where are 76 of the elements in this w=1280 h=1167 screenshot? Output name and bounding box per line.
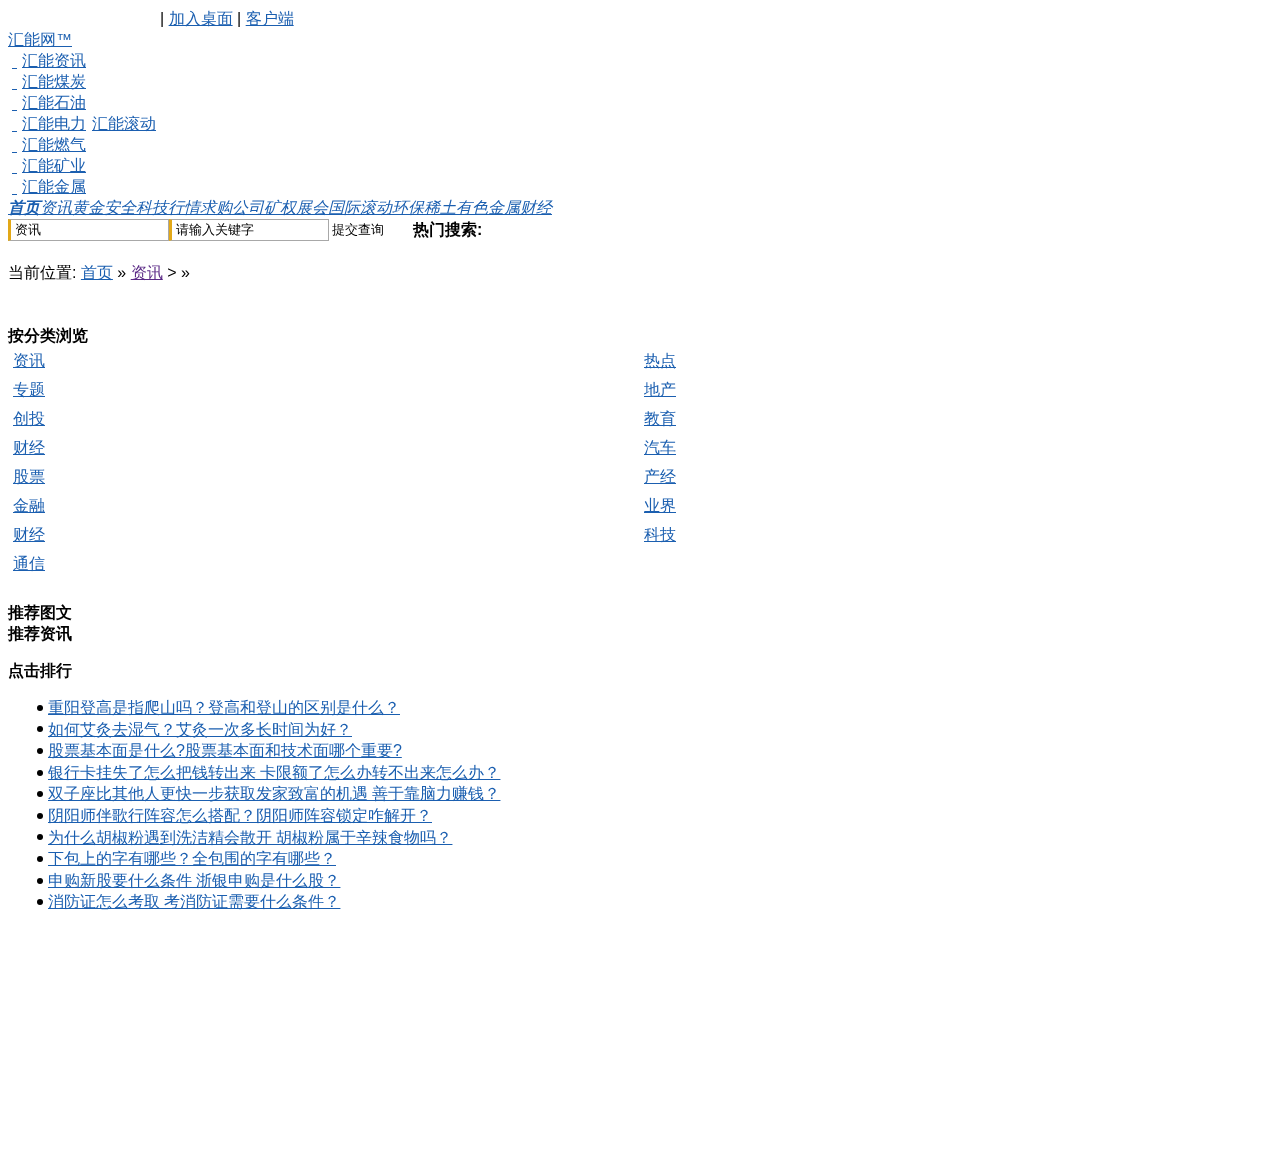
nav-link[interactable]: 财经 [520, 199, 552, 216]
bullet-icon [37, 834, 43, 841]
nav-link[interactable]: 滚动 [360, 199, 392, 216]
article-link[interactable]: 下包上的字有哪些？全包围的字有哪些？ [48, 848, 336, 870]
category-link[interactable]: 专题 [13, 381, 45, 398]
site-link[interactable]: 汇能滚动 [92, 115, 156, 132]
section-heading: 推荐图文 [8, 603, 73, 623]
top-link[interactable]: 加入桌面 [168, 10, 233, 27]
site-link[interactable]: 汇能资讯 [12, 52, 86, 69]
breadcrumb-separator: » [117, 264, 127, 281]
top-link[interactable]: 客户端 [245, 10, 294, 27]
keyword-field[interactable]: 请输入关键字 [169, 218, 329, 241]
site-link[interactable]: 汇能矿业 [12, 157, 86, 174]
category-link[interactable]: 热点 [644, 352, 676, 369]
site-logo-link[interactable]: 汇能网™ [8, 31, 72, 48]
separator-text: | [160, 10, 165, 27]
breadcrumb-link[interactable]: 资讯 [130, 264, 163, 281]
article-link[interactable]: 股票基本面是什么?股票基本面和技术面哪个重要? [48, 740, 402, 762]
category-link[interactable]: 金融 [13, 497, 45, 514]
site-link[interactable]: 汇能金属 [12, 178, 86, 195]
article-link[interactable]: 重阳登高是指爬山吗？登高和登山的区别是什么？ [48, 697, 400, 719]
article-link[interactable]: 为什么胡椒粉遇到洗洁精会散开 胡椒粉属于辛辣食物吗？ [48, 826, 453, 849]
article-link[interactable]: 双子座比其他人更快一步获取发家致富的机遇 善于靠脑力赚钱？ [48, 783, 501, 805]
category-link[interactable]: 汽车 [644, 439, 676, 456]
category-link[interactable]: 资讯 [13, 352, 45, 369]
nav-link[interactable]: 公司 [232, 199, 264, 216]
article-link[interactable]: 如何艾灸去湿气？艾灸一次多长时间为好？ [48, 718, 352, 741]
category-link[interactable]: 业界 [644, 497, 676, 514]
site-link[interactable]: 汇能煤炭 [12, 73, 86, 90]
article-link[interactable]: 阴阳师伴歌行阵容怎么搭配？阴阳师阵容锁定咋解开？ [48, 804, 432, 827]
category-link[interactable]: 产经 [644, 468, 676, 485]
site-link[interactable]: 汇能燃气 [12, 136, 86, 153]
nav-link[interactable]: 稀土 [424, 199, 456, 216]
category-link[interactable]: 科技 [644, 526, 676, 543]
nav-link[interactable]: 求购 [200, 199, 232, 216]
separator-text: | [237, 10, 242, 27]
bullet-icon [37, 899, 43, 906]
article-link[interactable]: 消防证怎么考取 考消防证需要什么条件？ [48, 891, 341, 913]
bullet-icon [37, 855, 43, 862]
category-link[interactable]: 创投 [13, 410, 45, 427]
category-link[interactable]: 财经 [13, 439, 45, 456]
bullet-icon [37, 748, 43, 754]
article-link[interactable]: 申购新股要什么条件 浙银申购是什么股？ [48, 869, 341, 892]
nav-link[interactable]: 展会 [296, 199, 328, 216]
section-heading: 点击排行 [8, 661, 73, 681]
section-heading: 按分类浏览 [8, 326, 89, 346]
category-link[interactable]: 地产 [644, 381, 676, 398]
bullet-icon [37, 812, 43, 819]
site-link[interactable]: 汇能石油 [12, 94, 86, 111]
nav-link[interactable]: 国际 [328, 199, 360, 216]
bullet-icon [37, 769, 43, 776]
category-link[interactable]: 股票 [13, 468, 45, 485]
nav-link[interactable]: 黄金 [72, 199, 104, 216]
bullet-icon [37, 791, 43, 798]
nav-link[interactable]: 环保 [392, 199, 424, 216]
nav-link[interactable]: 科技 [136, 199, 168, 216]
category-link[interactable]: 教育 [644, 410, 676, 427]
nav-link[interactable]: 行情 [168, 199, 200, 216]
hot-search-label: 热门搜索: [413, 220, 483, 240]
bullet-icon [37, 704, 43, 711]
nav-link[interactable]: 安全 [104, 199, 136, 216]
bullet-icon [37, 726, 43, 733]
category-link[interactable]: 通信 [13, 555, 45, 572]
category-field[interactable]: 资讯 [8, 218, 169, 241]
breadcrumb-separator: > » [167, 264, 190, 281]
breadcrumb-link[interactable]: 首页 [80, 264, 113, 281]
section-heading: 推荐资讯 [8, 624, 73, 644]
nav-link[interactable]: 矿权 [264, 199, 296, 216]
category-link[interactable]: 财经 [13, 526, 45, 543]
bullet-icon [37, 877, 43, 884]
article-link[interactable]: 银行卡挂失了怎么把钱转出来 卡限额了怎么办转不出来怎么办？ [48, 761, 501, 784]
breadcrumb-label: 当前位置: [8, 264, 77, 281]
nav-link[interactable]: 有色 [456, 199, 488, 216]
nav-link[interactable]: 金属 [488, 199, 520, 216]
submit-button[interactable]: 提交查询 [330, 221, 386, 238]
site-link[interactable]: 汇能电力 [12, 115, 86, 132]
